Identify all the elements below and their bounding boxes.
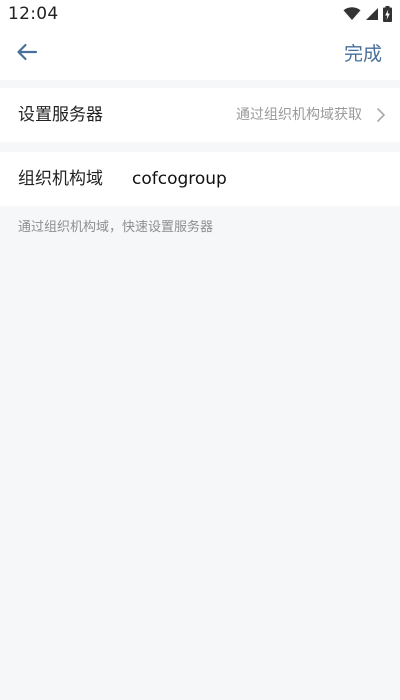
domain-hint-text: 通过组织机构域，快速设置服务器 — [18, 220, 214, 235]
navigation-bar: 完成 — [0, 28, 400, 80]
status-time: 12:04 — [8, 4, 59, 24]
done-button[interactable]: 完成 — [344, 40, 382, 68]
chevron-right-icon — [374, 107, 388, 123]
set-server-row[interactable]: 设置服务器 通过组织机构域获取 — [0, 88, 400, 142]
back-button[interactable] — [10, 40, 44, 68]
battery-charging-icon — [383, 6, 392, 22]
status-icons — [343, 5, 392, 23]
server-method-value: 通过组织机构域获取 — [236, 107, 362, 123]
org-domain-input[interactable]: cofcogroup — [132, 152, 227, 206]
set-server-label: 设置服务器 — [18, 105, 103, 125]
status-bar: 12:04 — [0, 0, 400, 28]
org-domain-row: 组织机构域 cofcogroup — [0, 152, 400, 206]
server-settings-screen: 12:04 完成 设置服务器 通过组织机构域获取 组织机构域 cofcogrou… — [0, 0, 400, 700]
arrow-left-icon — [16, 43, 38, 65]
org-domain-label: 组织机构域 — [18, 169, 103, 189]
cellular-signal-icon — [365, 7, 379, 21]
wifi-icon — [343, 7, 361, 21]
